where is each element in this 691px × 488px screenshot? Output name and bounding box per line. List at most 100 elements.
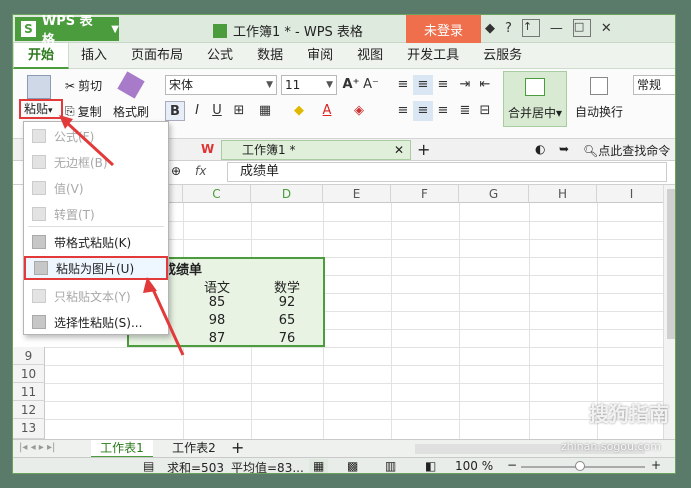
- row-header-9[interactable]: 9: [13, 347, 45, 365]
- scroll-thumb[interactable]: [666, 189, 675, 339]
- tab-cloud[interactable]: 云服务: [471, 43, 534, 69]
- menu-item-formula[interactable]: 公式(F): [24, 124, 168, 148]
- italic-button[interactable]: I: [187, 101, 207, 121]
- align-right-icon[interactable]: ≡: [433, 101, 453, 121]
- tab-insert[interactable]: 插入: [69, 43, 119, 69]
- tab-formulas[interactable]: 公式: [195, 43, 245, 69]
- menu-item-paste-with-format[interactable]: 带格式粘贴(K): [24, 230, 168, 254]
- menu-item-paste-text-only[interactable]: 只粘贴文本(Y): [24, 284, 168, 308]
- menu-item-paste-special[interactable]: 选择性粘贴(S)...: [24, 310, 168, 334]
- fx-icon[interactable]: fx: [195, 164, 206, 178]
- header-math[interactable]: 数学: [251, 277, 323, 296]
- tab-view[interactable]: 视图: [345, 43, 395, 69]
- table-cell[interactable]: 85: [183, 295, 251, 310]
- row-header-13[interactable]: 13: [13, 419, 45, 439]
- decrease-font-icon[interactable]: A⁻: [361, 75, 381, 95]
- column-header-f[interactable]: F: [391, 185, 459, 203]
- formula-input[interactable]: 成绩单: [227, 162, 667, 182]
- help-icon[interactable]: ?: [505, 21, 512, 36]
- menu-item-no-border[interactable]: 无边框(B): [24, 150, 168, 174]
- bold-button[interactable]: B: [165, 101, 185, 121]
- clear-format-icon[interactable]: ◈: [349, 101, 369, 121]
- header-chinese[interactable]: 语文: [183, 277, 251, 296]
- close-icon[interactable]: ✕: [601, 21, 612, 36]
- fill-pattern-icon[interactable]: ▦: [255, 101, 275, 121]
- login-button[interactable]: 未登录: [406, 15, 481, 43]
- calculator-icon[interactable]: ▤: [143, 459, 154, 473]
- maximize-icon[interactable]: □: [572, 19, 591, 37]
- wps-w-icon[interactable]: W: [201, 142, 214, 156]
- font-color-icon[interactable]: A: [317, 101, 337, 121]
- document-tab[interactable]: 工作簿1 * ✕: [221, 140, 411, 160]
- column-header-d[interactable]: D: [251, 185, 323, 203]
- restore-ribbon-icon[interactable]: ↑: [521, 19, 540, 37]
- merge-center-button[interactable]: 合并居中▾: [503, 71, 567, 127]
- new-tab-icon[interactable]: +: [417, 140, 430, 159]
- skin-icon[interactable]: ◆: [485, 21, 495, 36]
- row-header-10[interactable]: 10: [13, 365, 45, 383]
- row-header-12[interactable]: 12: [13, 401, 45, 419]
- reading-mode-icon[interactable]: ◧: [425, 459, 436, 473]
- format-painter-icon[interactable]: [117, 71, 145, 99]
- menu-item-paste-as-picture[interactable]: 粘贴为图片(U): [24, 256, 168, 280]
- cut-button[interactable]: ✂ 剪切: [65, 77, 102, 94]
- tab-home[interactable]: 开始: [13, 42, 70, 69]
- tab-developer[interactable]: 开发工具: [395, 43, 471, 69]
- fill-color-icon[interactable]: ◆: [289, 101, 309, 121]
- minimize-icon[interactable]: —: [550, 21, 563, 36]
- page-layout-view-icon[interactable]: ▥: [385, 459, 396, 473]
- copy-button[interactable]: ⎘ 复制: [65, 103, 102, 120]
- table-cell[interactable]: 65: [251, 313, 323, 328]
- app-menu-button[interactable]: S WPS 表格 ▼: [15, 15, 119, 48]
- borders-icon[interactable]: ⊞: [229, 101, 249, 121]
- add-sheet-icon[interactable]: +: [231, 438, 244, 457]
- column-header-h[interactable]: H: [529, 185, 597, 203]
- tab-review[interactable]: 审阅: [295, 43, 345, 69]
- paste-icon[interactable]: [27, 75, 51, 99]
- column-header-g[interactable]: G: [459, 185, 529, 203]
- font-size-select[interactable]: 11 ▼: [281, 75, 337, 95]
- share-icon[interactable]: ➥: [559, 142, 569, 156]
- font-family-select[interactable]: 宋体 ▼: [165, 75, 277, 95]
- column-header-i[interactable]: I: [597, 185, 663, 203]
- justify-icon[interactable]: ≣: [455, 101, 475, 121]
- zoom-level[interactable]: 100 %: [455, 459, 493, 473]
- align-bottom-icon[interactable]: ≡: [433, 75, 453, 95]
- normal-view-icon[interactable]: ▦: [309, 459, 329, 473]
- outdent-icon[interactable]: ⇤: [475, 75, 495, 95]
- sheet-tab-1[interactable]: 工作表1: [91, 440, 153, 458]
- align-left-icon[interactable]: ≡: [393, 101, 413, 121]
- sheet-nav-arrows[interactable]: |◂ ◂ ▸ ▸|: [19, 442, 55, 453]
- menu-item-transpose[interactable]: 转置(T): [24, 202, 168, 226]
- tab-page-layout[interactable]: 页面布局: [119, 43, 195, 69]
- sheet-tab-2[interactable]: 工作表2: [163, 440, 225, 458]
- row-header-11[interactable]: 11: [13, 383, 45, 401]
- increase-font-icon[interactable]: A⁺: [341, 75, 361, 95]
- indent-icon[interactable]: ⇥: [455, 75, 475, 95]
- zoom-formula-icon[interactable]: ⊕: [171, 164, 181, 178]
- close-tab-icon[interactable]: ✕: [394, 141, 404, 159]
- align-middle-icon[interactable]: ≡: [413, 75, 433, 95]
- distribute-icon[interactable]: ⊟: [475, 101, 495, 121]
- cloud-sync-icon[interactable]: ◐: [535, 142, 545, 156]
- page-break-view-icon[interactable]: ▩: [347, 459, 358, 473]
- table-cell[interactable]: 76: [251, 331, 323, 346]
- align-top-icon[interactable]: ≡: [393, 75, 413, 95]
- tab-data[interactable]: 数据: [245, 43, 295, 69]
- format-painter-button[interactable]: 格式刷: [113, 103, 149, 120]
- zoom-slider-handle[interactable]: [575, 461, 585, 471]
- paste-button[interactable]: 粘贴▾: [19, 99, 63, 119]
- column-header-c[interactable]: C: [183, 185, 251, 203]
- menu-item-values[interactable]: 值(V): [24, 176, 168, 200]
- table-cell[interactable]: 98: [183, 313, 251, 328]
- zoom-out-icon[interactable]: −: [507, 458, 517, 472]
- underline-button[interactable]: U: [207, 101, 227, 121]
- command-search[interactable]: 🔍︎点此查找命令: [583, 142, 670, 159]
- wrap-text-button[interactable]: 自动换行: [573, 71, 625, 127]
- zoom-in-icon[interactable]: +: [651, 458, 661, 472]
- column-header-e[interactable]: E: [323, 185, 391, 203]
- table-cell[interactable]: 92: [251, 295, 323, 310]
- table-cell[interactable]: 87: [183, 331, 251, 346]
- number-format-select[interactable]: 常规: [633, 75, 675, 95]
- align-center-icon[interactable]: ≡: [413, 101, 433, 121]
